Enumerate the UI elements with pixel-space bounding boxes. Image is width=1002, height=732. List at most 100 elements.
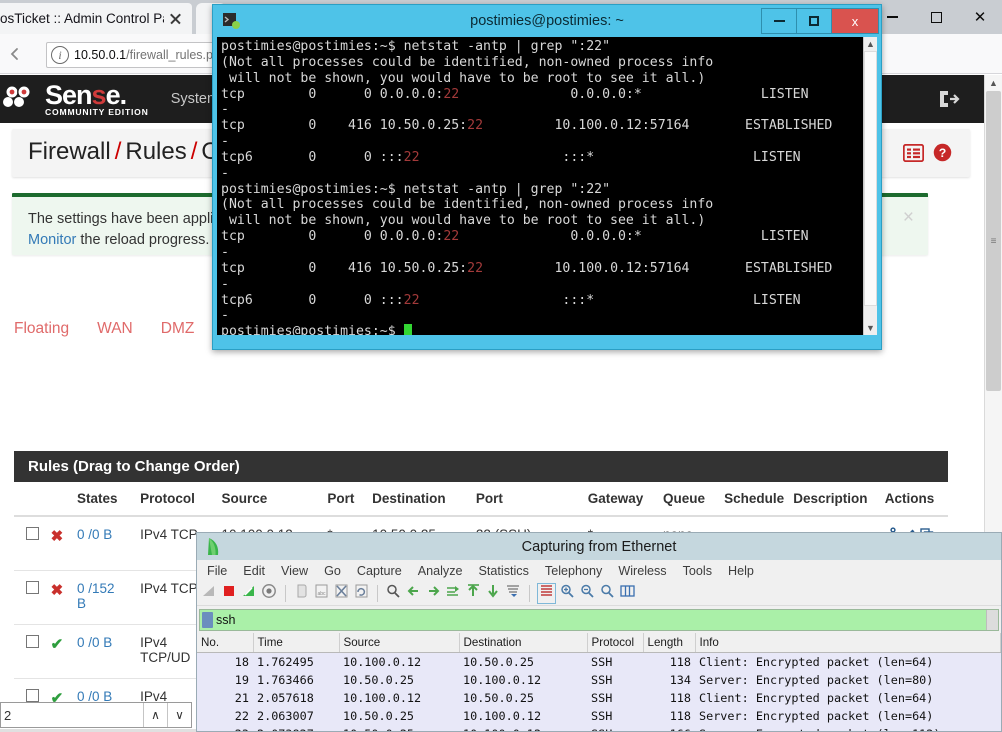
menu-item-tools[interactable]: Tools	[683, 564, 712, 578]
row-select-checkbox-cell[interactable]	[14, 516, 49, 571]
page-number-input[interactable]: 2 ∧ ∨	[0, 702, 192, 728]
maximize-icon[interactable]	[914, 0, 958, 34]
row-checkbox[interactable]	[26, 527, 39, 540]
restart-capture-icon[interactable]	[241, 583, 258, 604]
display-filter-input[interactable]: ssh	[216, 613, 235, 627]
menu-item-capture[interactable]: Capture	[357, 564, 402, 578]
browser-tab-osticket[interactable]: osTicket :: Admin Control Panel	[0, 3, 192, 34]
stepper-up-icon[interactable]: ∧	[143, 703, 167, 727]
go-last-packet-icon[interactable]	[485, 583, 502, 604]
save-file-icon[interactable]: abc	[313, 583, 330, 604]
stepper-down-icon[interactable]: ∨	[167, 703, 191, 727]
breadcrumb-firewall[interactable]: Firewall	[28, 138, 111, 165]
packet-col-protocol[interactable]: Protocol	[587, 633, 644, 653]
menu-item-view[interactable]: View	[281, 564, 308, 578]
menu-item-go[interactable]: Go	[324, 564, 341, 578]
breadcrumb-rules[interactable]: Rules	[125, 138, 186, 165]
menu-item-help[interactable]: Help	[728, 564, 754, 578]
resize-columns-icon[interactable]	[619, 583, 636, 604]
stop-capture-icon[interactable]	[221, 583, 238, 604]
go-to-packet-icon[interactable]	[445, 583, 462, 604]
packet-length: 166	[643, 725, 695, 731]
menu-item-telephony[interactable]: Telephony	[545, 564, 602, 578]
terminal-window: postimies@postimies: ~ x postimies@posti…	[212, 4, 882, 350]
packet-row[interactable]: 21 2.057618 10.100.0.12 10.50.0.25 SSH 118 Cli…	[197, 689, 1001, 707]
close-file-icon[interactable]	[333, 583, 350, 604]
list-icon[interactable]	[902, 143, 925, 167]
packet-row[interactable]: 19 1.763466 10.50.0.25 10.100.0.12 SSH 134 Ser…	[197, 671, 1001, 689]
open-file-icon[interactable]	[293, 583, 310, 604]
find-packet-icon[interactable]	[385, 583, 402, 604]
menu-item-statistics[interactable]: Statistics	[479, 564, 529, 578]
start-capture-icon[interactable]	[201, 583, 218, 604]
packet-col-no[interactable]: No.	[197, 633, 254, 653]
tab-floating[interactable]: Floating	[14, 320, 69, 345]
alert-close-icon[interactable]: ×	[903, 207, 914, 229]
terminal-title-bar[interactable]: postimies@postimies: ~ x	[213, 5, 881, 37]
pfsense-logo[interactable]: Sense. COMMUNITY EDITION	[2, 81, 149, 117]
row-select-checkbox-cell[interactable]	[14, 624, 49, 679]
packet-col-length[interactable]: Length	[643, 633, 696, 653]
back-icon[interactable]	[0, 39, 30, 69]
row-checkbox[interactable]	[26, 635, 39, 648]
menu-item-file[interactable]: File	[207, 564, 227, 578]
capture-options-icon[interactable]	[261, 583, 278, 604]
tab-dmz[interactable]: DMZ	[161, 320, 195, 345]
terminal-maximize-icon[interactable]	[796, 8, 832, 34]
terminal-close-icon[interactable]: x	[831, 8, 879, 34]
close-window-icon[interactable]: ✕	[958, 0, 1002, 34]
close-icon[interactable]	[166, 10, 184, 28]
packet-col-time[interactable]: Time	[253, 633, 340, 653]
scroll-up-icon[interactable]: ▲	[985, 75, 1002, 91]
terminal-body[interactable]: postimies@postimies:~$ netstat -antp | g…	[217, 37, 877, 335]
packet-time: 2.063007	[257, 709, 314, 723]
go-forward-icon[interactable]	[425, 583, 442, 604]
row-states[interactable]: 0 /0 B	[75, 516, 139, 571]
packet-row[interactable]: 232.07382710.50.0.2510.100.0.12SSH166Ser…	[197, 725, 1001, 731]
terminal-cursor	[403, 324, 412, 335]
row-states[interactable]: 0 /152 B	[75, 570, 139, 625]
terminal-minimize-icon[interactable]	[761, 8, 797, 34]
reload-file-icon[interactable]	[353, 583, 370, 604]
menu-item-analyze[interactable]: Analyze	[418, 564, 463, 578]
filter-bookmark-icon[interactable]	[202, 612, 213, 628]
tab-wan[interactable]: WAN	[97, 320, 133, 345]
packet-row[interactable]: 22 2.063007 10.50.0.25 10.100.0.12 SSH 118 Ser…	[197, 707, 1001, 725]
go-back-icon[interactable]	[405, 583, 422, 604]
alert-monitor-link[interactable]: Monitor	[28, 232, 76, 248]
terminal-scrollbar[interactable]: ▲ ▼	[863, 37, 877, 335]
url-bar[interactable]: i 10.50.0.1/firewall_rules.php?if=	[46, 42, 222, 68]
row-checkbox[interactable]	[26, 689, 39, 702]
row-states[interactable]: 0 /0 B	[75, 624, 139, 679]
pass-icon: ✔	[50, 636, 64, 653]
packet-protocol: SSH	[587, 725, 643, 731]
zoom-in-icon[interactable]	[559, 583, 576, 604]
terminal-scrollbar-thumb[interactable]	[864, 51, 877, 306]
display-filter-bar[interactable]: ssh	[199, 609, 999, 631]
zoom-reset-icon[interactable]	[599, 583, 616, 604]
packet-col-info[interactable]: Info	[695, 633, 1001, 653]
logout-button[interactable]	[938, 89, 960, 114]
go-first-packet-icon[interactable]	[465, 583, 482, 604]
scrollbar-thumb[interactable]: ≡	[986, 91, 1001, 391]
packet-destination: 10.50.0.25	[463, 691, 535, 705]
row-select-checkbox-cell[interactable]	[14, 570, 49, 625]
terminal-scroll-down-icon[interactable]: ▼	[864, 321, 877, 335]
site-info-icon[interactable]: i	[51, 46, 69, 64]
menu-item-edit[interactable]: Edit	[243, 564, 265, 578]
terminal-line: (Not all processes could be identified, …	[221, 54, 714, 70]
packet-col-destination[interactable]: Destination	[459, 633, 588, 653]
packet-no: 22	[234, 709, 249, 723]
wireshark-title-bar[interactable]: Capturing from Ethernet	[197, 533, 1001, 560]
row-checkbox[interactable]	[26, 581, 39, 594]
auto-scroll-icon[interactable]	[505, 583, 522, 604]
terminal-scroll-up-icon[interactable]: ▲	[864, 37, 877, 51]
packet-row[interactable]: 18 1.762495 10.100.0.12 10.50.0.25 SSH 118 Cli…	[197, 652, 1001, 671]
menu-item-wireless[interactable]: Wireless	[618, 564, 666, 578]
zoom-out-icon[interactable]	[579, 583, 596, 604]
packet-col-source[interactable]: Source	[339, 633, 460, 653]
url-text: 10.50.0.1/firewall_rules.php?if=	[74, 48, 221, 62]
filter-apply-icon[interactable]	[986, 610, 998, 630]
help-icon[interactable]: ?	[933, 143, 952, 167]
colorize-icon[interactable]	[537, 583, 556, 604]
